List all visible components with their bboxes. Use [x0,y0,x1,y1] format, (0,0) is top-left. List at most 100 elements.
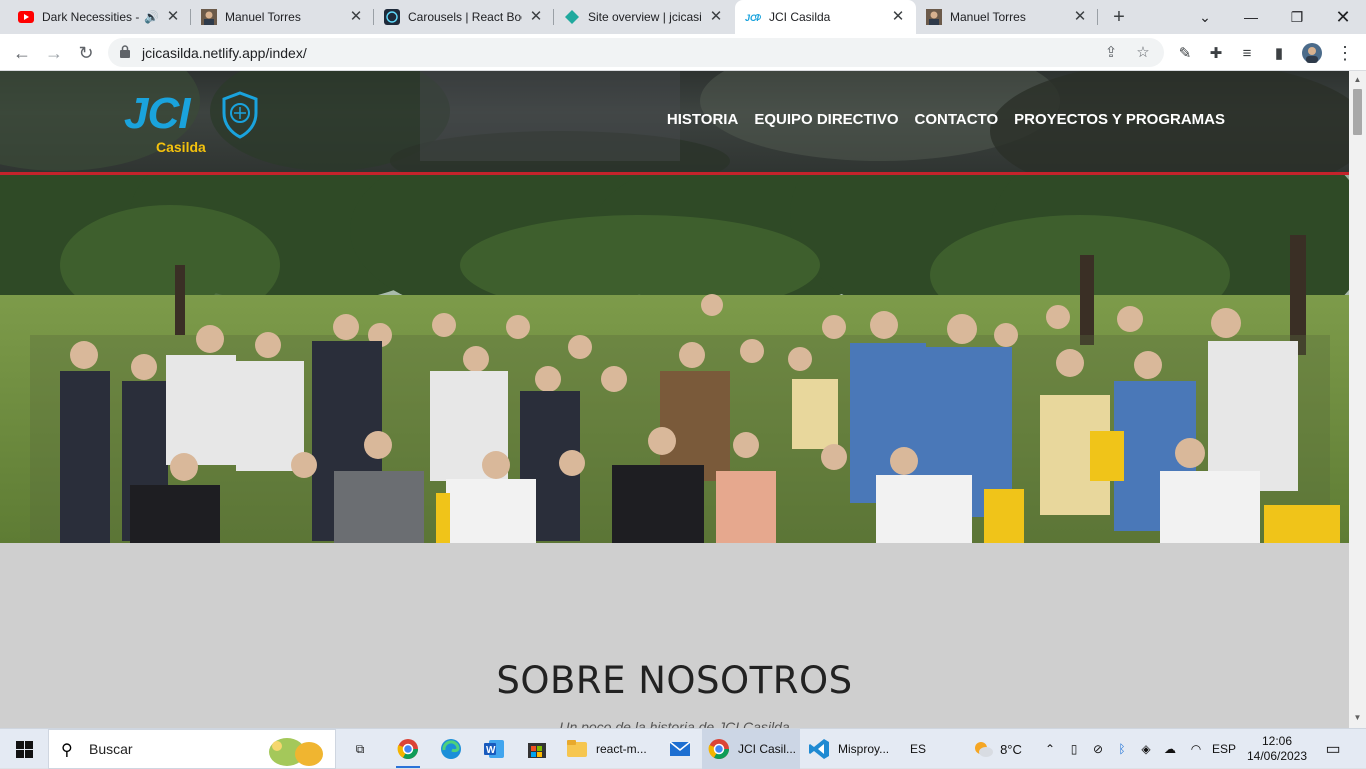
audio-playing-icon[interactable]: 🔊 [144,10,159,24]
group-photo [0,175,1349,543]
network-off-icon[interactable]: ⊘ [1088,729,1108,769]
close-tab-icon[interactable]: ✕ [708,9,724,25]
scroll-up-arrow-icon[interactable]: ▲ [1352,75,1363,86]
task-view-icon[interactable]: ⧉ [338,729,382,769]
store-icon[interactable] [515,729,559,769]
start-button[interactable] [0,729,48,769]
tab-title: Carousels | React Boot [408,10,522,24]
close-tab-icon[interactable]: ✕ [348,9,364,25]
close-window-button[interactable]: ✕ [1320,0,1366,34]
close-tab-icon[interactable]: ✕ [165,9,181,25]
clock[interactable]: 12:06 14/06/2023 [1240,729,1314,769]
jci-shield-icon [222,91,258,139]
search-highlight-image [269,738,323,766]
reload-button[interactable]: ↻ [72,39,100,67]
clock-time: 12:06 [1261,734,1293,748]
notifications-icon[interactable]: ▭ [1318,729,1348,769]
profile-photo-icon [926,9,942,25]
youtube-icon [18,9,34,25]
device-icon[interactable]: ▯ [1064,729,1084,769]
chrome-icon[interactable] [386,729,430,769]
weather-cloud-sun-icon [975,742,994,757]
word-icon[interactable]: W [472,729,516,769]
input-language-right[interactable]: ESP [1210,729,1238,769]
profile-photo-icon [201,9,217,25]
lock-icon[interactable] [120,45,130,63]
folder-icon [567,740,587,757]
taskbar-app-label: react-m... [596,742,647,756]
scrollbar-thumb[interactable] [1353,89,1362,135]
tab-title: Manuel Torres [225,10,301,24]
search-label: Buscar [89,741,133,757]
logo-text: JCI [124,89,190,138]
tab-manuel-torres-1[interactable]: Manuel Torres ✕ [191,0,374,34]
taskbar-folder-react[interactable]: react-m... [560,729,660,769]
site-header: JCI Casilda HISTORIA EQUIPO DIRECTIVO CO… [0,71,1349,175]
hero-carousel-image [0,175,1349,543]
search-icon: ⚲ [61,742,73,759]
site-logo[interactable]: JCI Casilda [124,89,264,159]
close-tab-icon[interactable]: ✕ [1072,9,1088,25]
section-subtitle: Un poco de la historia de JCI Casilda [559,719,790,728]
share-icon[interactable]: ⇪ [1102,44,1120,62]
jci-favicon-icon: JCI [745,9,761,25]
minimize-button[interactable]: — [1228,0,1274,34]
tab-carousels-react-bootstrap[interactable]: Carousels | React Boot ✕ [374,0,554,34]
nav-historia[interactable]: HISTORIA [667,111,738,128]
new-tab-button[interactable]: + [1108,6,1130,28]
input-language-left[interactable]: ES [904,729,932,769]
forward-button[interactable]: → [40,39,68,67]
extension-eyedropper-icon[interactable]: ✎ [1174,42,1196,64]
tab-title: Dark Necessities - [42,10,140,24]
mail-icon[interactable] [658,729,702,769]
about-section: SOBRE NOSOTROS Un poco de la historia de… [0,543,1349,728]
address-bar[interactable]: jcicasilda.netlify.app/index/ ⇪ ☆ [108,38,1164,67]
security-icon[interactable]: ◈ [1136,729,1156,769]
tab-site-overview[interactable]: Site overview | jcicasild ✕ [554,0,734,34]
logo-subtitle: Casilda [156,139,206,155]
close-tab-icon[interactable]: ✕ [528,9,544,25]
vscode-icon [809,739,829,759]
edge-icon[interactable] [429,729,473,769]
cloud-sync-icon[interactable]: ☁ [1160,729,1180,769]
tab-title: Manuel Torres [950,10,1026,24]
bluetooth-icon[interactable]: ᛒ [1112,729,1132,769]
nav-equipo-directivo[interactable]: EQUIPO DIRECTIVO [754,111,898,128]
windows-taskbar: ⚲ Buscar ⧉ W react-m... JCI Casil... Mis… [0,728,1366,769]
bookmark-star-icon[interactable]: ☆ [1134,44,1152,62]
page-scrollbar[interactable]: ▲ ▼ [1349,71,1366,728]
taskbar-vscode[interactable]: Misproy... [802,729,898,769]
close-tab-icon[interactable]: ✕ [890,9,906,25]
site-nav: HISTORIA EQUIPO DIRECTIVO CONTACTO PROYE… [667,111,1225,128]
restore-button[interactable]: ❐ [1274,0,1320,34]
scroll-down-arrow-icon[interactable]: ▼ [1352,713,1363,724]
extensions-puzzle-icon[interactable]: ✚ [1205,42,1227,64]
side-panel-icon[interactable]: ▮ [1268,42,1290,64]
section-title: SOBRE NOSOTROS [496,659,853,702]
weather-widget[interactable]: 8°C [964,729,1030,769]
chrome-icon [708,739,729,759]
netlify-icon [564,9,580,25]
taskbar-search-box[interactable]: ⚲ Buscar [48,729,336,769]
nav-contacto[interactable]: CONTACTO [915,111,999,128]
tab-manuel-torres-2[interactable]: Manuel Torres ✕ [916,0,1098,34]
weather-temp: 8°C [1000,741,1022,757]
react-bootstrap-icon [384,9,400,25]
url-text: jcicasilda.netlify.app/index/ [142,45,307,61]
show-hidden-icons-chevron-icon[interactable]: ⌃ [1040,729,1060,769]
media-controls-icon[interactable]: ≡ [1236,42,1258,64]
profile-avatar[interactable] [1301,42,1323,64]
tab-dark-necessities[interactable]: Dark Necessities - 🔊 ✕ [8,0,191,34]
tab-title: Site overview | jcicasild [588,10,702,24]
page-viewport: JCI Casilda HISTORIA EQUIPO DIRECTIVO CO… [0,71,1349,728]
chrome-menu-icon[interactable]: ⋮ [1334,42,1356,64]
taskbar-chrome-jci[interactable]: JCI Casil... [702,729,800,769]
tab-jci-casilda[interactable]: JCI JCI Casilda ✕ [735,0,916,34]
wifi-icon[interactable]: ◠ [1186,729,1206,769]
clock-date: 14/06/2023 [1246,749,1308,763]
tab-search-icon[interactable]: ⌄ [1182,0,1228,34]
back-button[interactable]: ← [8,39,36,67]
taskbar-app-label: Misproy... [838,742,890,756]
tab-title: JCI Casilda [769,10,831,24]
nav-proyectos-y-programas[interactable]: PROYECTOS Y PROGRAMAS [1014,111,1225,128]
